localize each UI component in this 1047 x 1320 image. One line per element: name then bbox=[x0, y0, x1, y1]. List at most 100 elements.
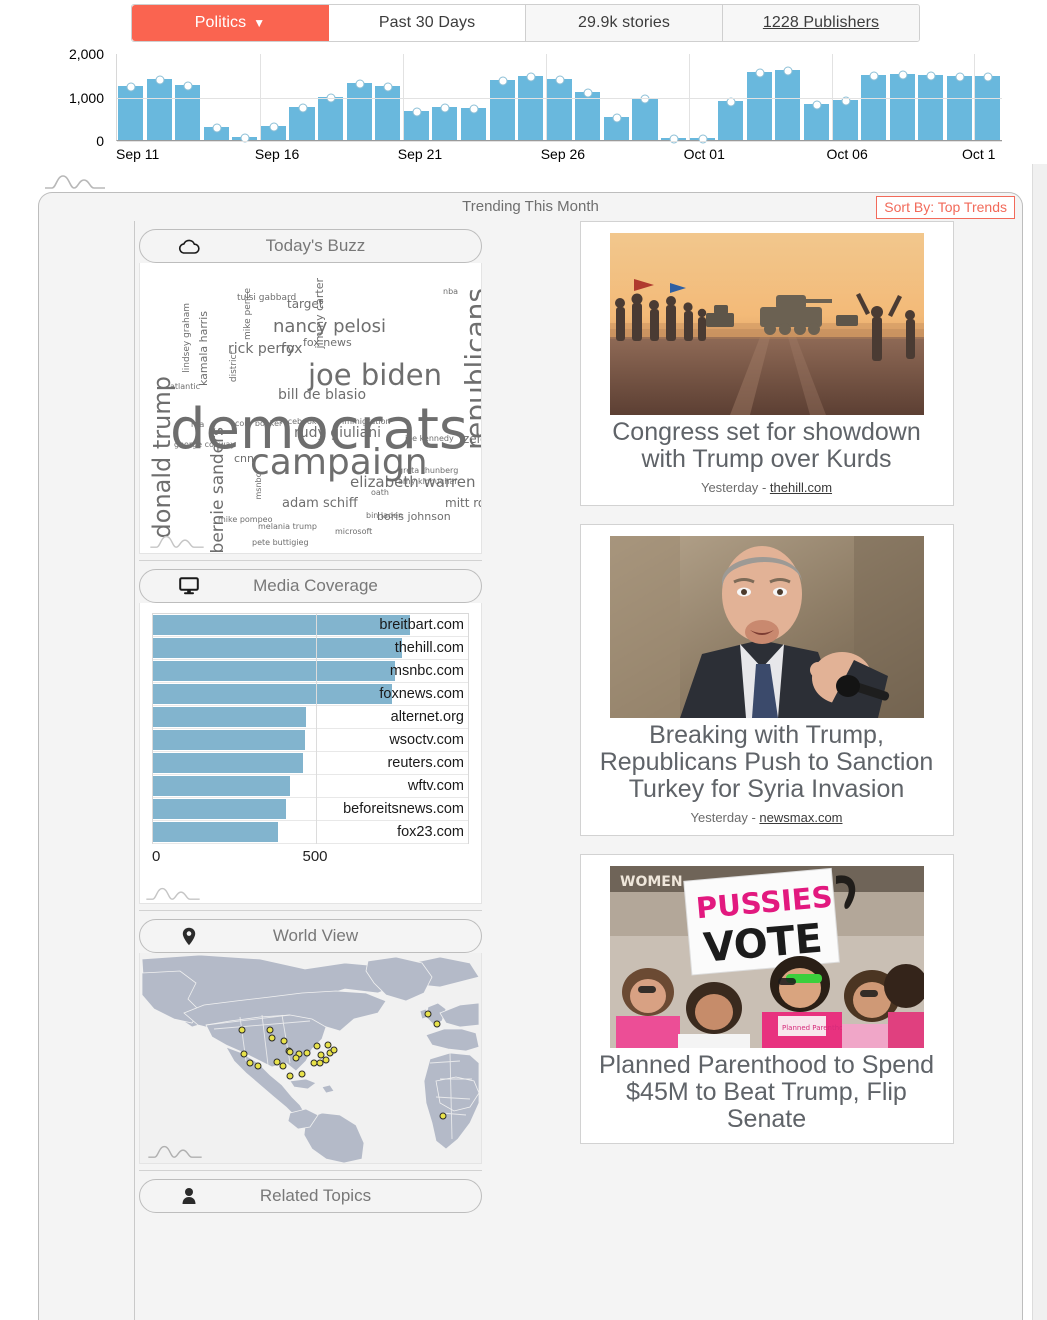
timeline-bar[interactable] bbox=[146, 79, 173, 140]
media-coverage-row[interactable]: wsoctv.com bbox=[153, 729, 468, 752]
word-cloud-term[interactable]: amy klobuchar bbox=[398, 478, 458, 486]
word-cloud-term[interactable]: atlantic bbox=[170, 383, 200, 391]
timeline-bar[interactable] bbox=[375, 85, 402, 140]
map-location-pin[interactable] bbox=[279, 1062, 287, 1070]
tab-date-range[interactable]: Past 30 Days bbox=[329, 5, 526, 41]
timeline-bar[interactable] bbox=[118, 85, 145, 140]
timeline-bar[interactable] bbox=[489, 79, 516, 140]
sort-by-button[interactable]: Sort By: Top Trends bbox=[876, 196, 1015, 219]
word-cloud-term[interactable]: msnbc bbox=[254, 473, 263, 500]
widget-world-view-header[interactable]: World View bbox=[139, 919, 482, 953]
media-coverage-domain-label[interactable]: msnbc.com bbox=[390, 660, 464, 683]
word-cloud-term[interactable]: bill de blasio bbox=[278, 388, 366, 402]
widget-todays-buzz-body[interactable]: democrats campaign joe biden republicans don… bbox=[139, 263, 482, 554]
story-source[interactable]: thehill.com bbox=[770, 480, 832, 495]
map-location-pin[interactable] bbox=[303, 1049, 311, 1057]
map-location-pin[interactable] bbox=[286, 1072, 294, 1080]
media-coverage-domain-label[interactable]: foxnews.com bbox=[379, 683, 464, 706]
word-cloud-term[interactable]: joe kennedy bbox=[405, 435, 454, 443]
story-volume-timeline-chart[interactable]: 0 1,000 2,000 Sep 11 Sep 16 Sep 21 Sep 26 Oct … bbox=[0, 46, 1047, 164]
media-coverage-row[interactable]: alternet.org bbox=[153, 706, 468, 729]
word-cloud[interactable]: democrats campaign joe biden republicans don… bbox=[140, 263, 481, 553]
word-cloud-term[interactable]: republicans bbox=[459, 288, 481, 450]
map-location-pin[interactable] bbox=[266, 1026, 274, 1034]
word-cloud-term[interactable]: nra bbox=[191, 421, 204, 429]
media-coverage-domain-label[interactable]: thehill.com bbox=[395, 637, 464, 660]
media-coverage-domain-label[interactable]: breitbart.com bbox=[379, 614, 464, 637]
word-cloud-term[interactable]: mitt romney bbox=[445, 497, 481, 509]
timeline-bar[interactable] bbox=[975, 75, 1002, 140]
media-coverage-row[interactable]: thehill.com bbox=[153, 637, 468, 660]
timeline-bar[interactable] bbox=[575, 92, 602, 140]
map-location-pin[interactable] bbox=[238, 1026, 246, 1034]
story-card[interactable]: WOMEN PUSSIES VOTE Planned Parenthood Ac… bbox=[579, 854, 954, 1144]
filter-tab-bar[interactable]: Politics ▼ Past 30 Days 29.9k stories 12… bbox=[131, 4, 920, 42]
timeline-bar[interactable] bbox=[175, 84, 202, 140]
timeline-bar[interactable] bbox=[318, 96, 345, 140]
timeline-bar[interactable] bbox=[832, 99, 859, 140]
story-card[interactable]: Congress set for showdown with Trump ove… bbox=[579, 221, 954, 506]
map-location-pin[interactable] bbox=[313, 1042, 321, 1050]
map-location-pin[interactable] bbox=[254, 1062, 262, 1070]
map-location-pin[interactable] bbox=[292, 1054, 300, 1062]
map-location-pin[interactable] bbox=[433, 1020, 441, 1028]
story-source[interactable]: newsmax.com bbox=[759, 810, 842, 825]
word-cloud-term[interactable]: district bbox=[229, 351, 239, 382]
map-location-pin[interactable] bbox=[268, 1034, 276, 1042]
word-cloud-term[interactable]: donald trump bbox=[148, 376, 176, 538]
map-location-pin[interactable] bbox=[322, 1056, 330, 1064]
word-cloud-term[interactable]: nancy pelosi bbox=[273, 318, 386, 336]
timeline-bar[interactable] bbox=[346, 82, 373, 140]
page-scrollbar[interactable] bbox=[1032, 164, 1047, 1320]
word-cloud-term[interactable]: rudy giuliani bbox=[294, 426, 381, 440]
timeline-bar[interactable] bbox=[889, 73, 916, 140]
widget-related-topics-header[interactable]: Related Topics bbox=[139, 1179, 482, 1213]
word-cloud-term[interactable]: tulsi gabbard bbox=[237, 294, 296, 303]
world-map[interactable] bbox=[140, 953, 481, 1163]
map-location-pin[interactable] bbox=[273, 1058, 281, 1066]
media-coverage-rows[interactable]: breitbart.com thehill.com msnbc.com foxnews… bbox=[152, 613, 469, 844]
media-coverage-domain-label[interactable]: alternet.org bbox=[391, 706, 464, 729]
word-cloud-term[interactable]: cnn bbox=[234, 453, 254, 464]
map-location-pin[interactable] bbox=[439, 1112, 447, 1120]
timeline-bar[interactable] bbox=[918, 75, 945, 140]
widget-todays-buzz-header[interactable]: Today's Buzz bbox=[139, 229, 482, 263]
media-coverage-row[interactable]: msnbc.com bbox=[153, 660, 468, 683]
widget-media-coverage-header[interactable]: Media Coverage bbox=[139, 569, 482, 603]
word-cloud-term[interactable]: cory booker bbox=[235, 420, 282, 428]
map-location-pin[interactable] bbox=[246, 1059, 254, 1067]
tab-politics[interactable]: Politics ▼ bbox=[132, 5, 329, 41]
media-coverage-row[interactable]: fox23.com bbox=[153, 821, 468, 844]
tab-publisher-count[interactable]: 1228 Publishers bbox=[723, 5, 919, 41]
word-cloud-term[interactable]: oath bbox=[371, 489, 389, 497]
word-cloud-term[interactable]: immigration bbox=[342, 418, 391, 426]
timeline-bar[interactable] bbox=[632, 97, 659, 140]
word-cloud-term[interactable]: george conway bbox=[174, 441, 235, 449]
timeline-bar[interactable] bbox=[718, 100, 745, 140]
media-coverage-domain-label[interactable]: wftv.com bbox=[408, 775, 464, 798]
word-cloud-term[interactable]: zelensky bbox=[463, 433, 481, 445]
word-cloud-term[interactable]: melania trump bbox=[258, 523, 317, 531]
word-cloud-term[interactable]: facebook bbox=[280, 418, 317, 426]
word-cloud-term[interactable]: bin laden bbox=[366, 512, 403, 520]
map-location-pin[interactable] bbox=[240, 1050, 248, 1058]
map-location-pin[interactable] bbox=[330, 1046, 338, 1054]
media-coverage-row[interactable]: breitbart.com bbox=[153, 614, 468, 637]
timeline-bar[interactable] bbox=[946, 75, 973, 140]
word-cloud-term[interactable]: nba bbox=[443, 288, 458, 296]
media-coverage-domain-label[interactable]: fox23.com bbox=[397, 821, 464, 844]
timeline-plot-area[interactable] bbox=[116, 54, 1002, 144]
tab-story-count[interactable]: 29.9k stories bbox=[526, 5, 723, 41]
media-coverage-row[interactable]: beforeitsnews.com bbox=[153, 798, 468, 821]
timeline-bar[interactable] bbox=[518, 76, 545, 140]
media-coverage-domain-label[interactable]: wsoctv.com bbox=[389, 729, 464, 752]
media-coverage-row[interactable]: wftv.com bbox=[153, 775, 468, 798]
story-title[interactable]: Breaking with Trump, Republicans Push to… bbox=[592, 722, 942, 803]
word-cloud-term[interactable]: jimmy carter bbox=[313, 278, 326, 348]
story-title[interactable]: Congress set for showdown with Trump ove… bbox=[592, 419, 942, 473]
map-location-pin[interactable] bbox=[424, 1010, 432, 1018]
media-coverage-row[interactable]: reuters.com bbox=[153, 752, 468, 775]
media-coverage-row[interactable]: foxnews.com bbox=[153, 683, 468, 706]
map-location-pin[interactable] bbox=[286, 1048, 294, 1056]
word-cloud-term[interactable]: microsoft bbox=[335, 528, 372, 536]
